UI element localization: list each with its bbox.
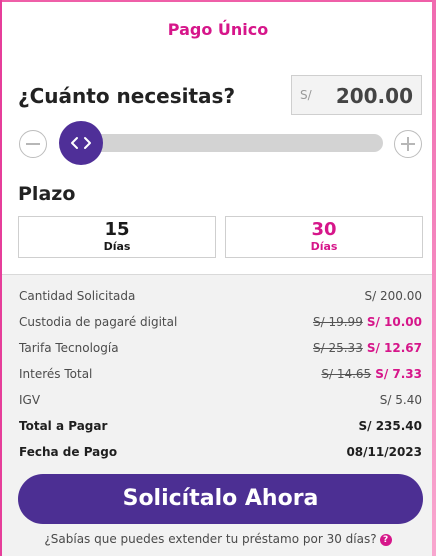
old-price: S/ 14.65	[321, 367, 372, 381]
summary-value: S/ 5.40	[379, 393, 422, 407]
summary-label: Custodia de pagaré digital	[19, 315, 178, 329]
term-option-number: 30	[311, 219, 337, 240]
summary-label: Interés Total	[19, 367, 93, 381]
old-price: S/ 25.33	[313, 341, 363, 355]
old-price: S/ 19.99	[313, 315, 363, 329]
summary-row-date: Fecha de Pago 08/11/2023	[19, 445, 422, 461]
summary-value: 08/11/2023	[346, 445, 422, 459]
discounted-price: S/ 7.33	[375, 367, 422, 381]
term-option-15[interactable]: 15 Días	[18, 216, 216, 258]
plus-circle-icon[interactable]	[394, 130, 422, 158]
help-icon[interactable]: ?	[379, 533, 392, 546]
summary-label: Fecha de Pago	[19, 445, 118, 459]
summary-label: Tarifa Tecnología	[19, 341, 119, 355]
summary-value: S/ 14.65 S/ 7.33	[321, 367, 422, 381]
summary-value: S/ 25.33 S/ 12.67	[313, 341, 422, 355]
summary-row: IGV S/ 5.40	[19, 393, 422, 409]
term-label: Plazo	[18, 183, 76, 205]
discounted-price: S/ 12.67	[366, 341, 422, 355]
summary-row: Interés Total S/ 14.65 S/ 7.33	[19, 367, 422, 383]
extension-hint: ¿Sabías que puedes extender tu préstamo …	[0, 532, 436, 546]
summary-row: Tarifa Tecnología S/ 25.33 S/ 12.67	[19, 341, 422, 357]
right-border	[432, 0, 436, 556]
summary-value: S/ 200.00	[364, 289, 422, 303]
amount-question: ¿Cuánto necesitas?	[18, 84, 236, 108]
term-option-unit: Días	[103, 240, 131, 253]
summary-value: S/ 235.40	[358, 419, 422, 433]
page-title: Pago Único	[167, 20, 269, 39]
term-option-unit: Días	[310, 240, 338, 253]
amount-slider-track[interactable]	[78, 134, 383, 152]
summary-label: Cantidad Solicitada	[19, 289, 136, 303]
section-divider	[2, 274, 432, 275]
amount-input[interactable]: S/ 200.00	[291, 75, 422, 115]
amount-slider-knob[interactable]	[59, 121, 103, 165]
extension-hint-text: ¿Sabías que puedes extender tu préstamo …	[44, 532, 377, 546]
currency-prefix: S/	[300, 88, 312, 102]
summary-value: S/ 19.99 S/ 10.00	[313, 315, 422, 329]
summary-label: Total a Pagar	[19, 419, 108, 433]
summary-label: IGV	[19, 393, 41, 407]
summary-row-total: Total a Pagar S/ 235.40	[19, 419, 422, 435]
minus-circle-icon[interactable]	[19, 130, 47, 158]
term-option-number: 15	[104, 219, 130, 240]
summary-row: Cantidad Solicitada S/ 200.00	[19, 289, 422, 305]
term-option-30[interactable]: 30 Días	[225, 216, 423, 258]
summary-row: Custodia de pagaré digital S/ 19.99 S/ 10…	[19, 315, 422, 331]
discounted-price: S/ 10.00	[366, 315, 422, 329]
amount-value: 200.00	[335, 84, 413, 108]
apply-now-button[interactable]: Solicítalo Ahora	[18, 474, 423, 524]
chevrons-left-right-icon	[71, 137, 91, 149]
